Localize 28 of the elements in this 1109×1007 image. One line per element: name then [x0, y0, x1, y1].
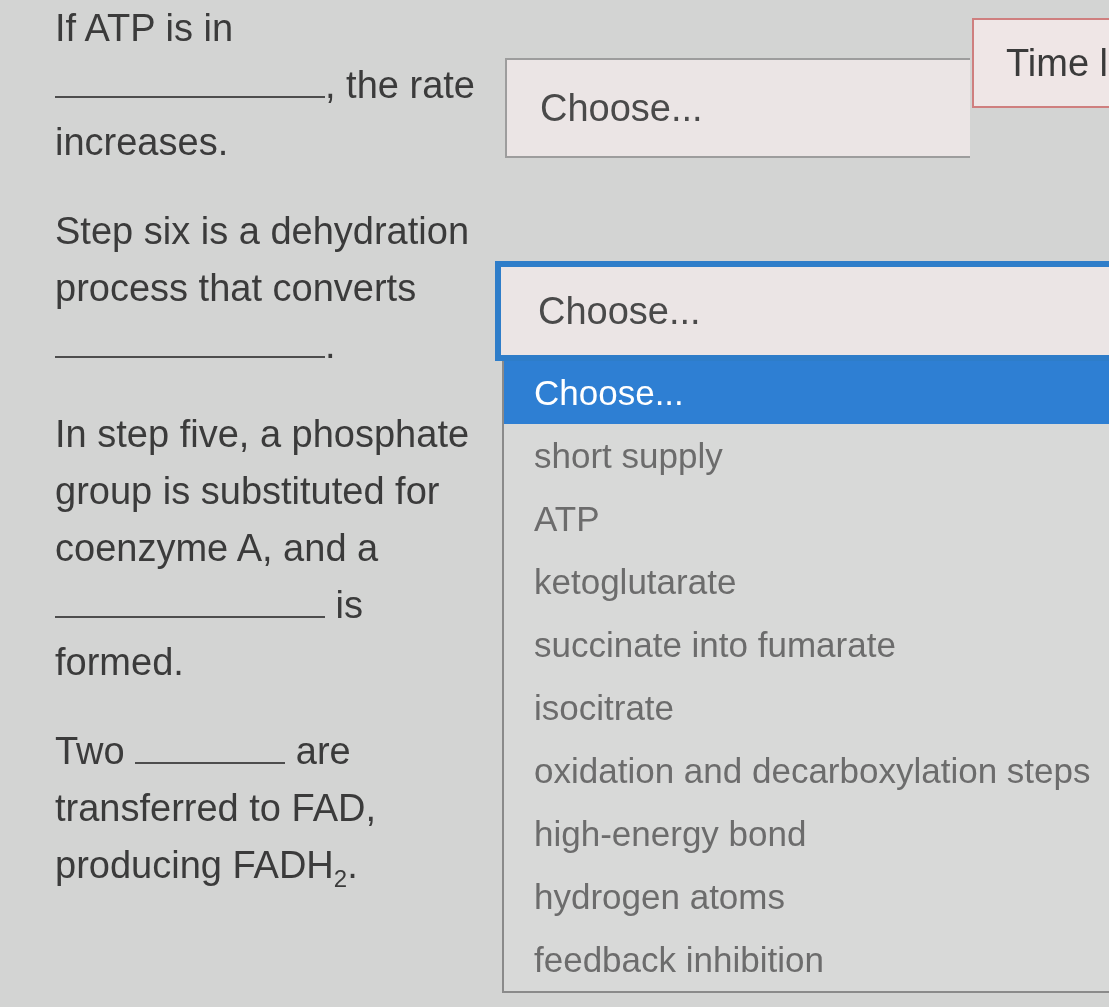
answer-dropdown[interactable]: Choose... — [495, 261, 1109, 361]
dropdown-option[interactable]: oxidation and decarboxylation steps — [504, 739, 1109, 802]
dropdown-option[interactable]: succinate into fumarate — [504, 613, 1109, 676]
question-text: are — [294, 730, 351, 772]
answer-dropdown[interactable]: Choose... — [505, 58, 970, 158]
timer-panel: Time l — [972, 18, 1109, 108]
question-text: If ATP is in — [55, 7, 234, 49]
question-text: process that converts — [55, 267, 417, 309]
dropdown-option[interactable]: Choose... — [504, 361, 1109, 424]
question-text: , the rate — [325, 64, 475, 106]
dropdown-option[interactable]: feedback inhibition — [504, 928, 1109, 991]
question-text: formed. — [55, 641, 184, 683]
dropdown-option[interactable]: short supply — [504, 424, 1109, 487]
question-text: Step six is a dehydration — [55, 210, 469, 252]
question-text: coenzyme A, and a — [55, 527, 379, 569]
dropdown-option[interactable]: high-energy bond — [504, 802, 1109, 865]
dropdown-option[interactable]: ketoglutarate — [504, 550, 1109, 613]
question-text: is — [334, 584, 363, 626]
question-text: group is substituted for — [55, 470, 440, 512]
dropdown-option[interactable]: hydrogen atoms — [504, 865, 1109, 928]
question-text: Two — [55, 730, 126, 772]
question-text: increases. — [55, 121, 229, 163]
question-text: In step five, a phosphate — [55, 413, 470, 455]
question-text: . — [325, 324, 336, 366]
question-text: producing FADH$_{2}$. — [55, 844, 358, 886]
dropdown-option[interactable]: ATP — [504, 487, 1109, 550]
dropdown-option[interactable]: isocitrate — [504, 676, 1109, 739]
question-text: transferred to FAD, — [55, 787, 376, 829]
